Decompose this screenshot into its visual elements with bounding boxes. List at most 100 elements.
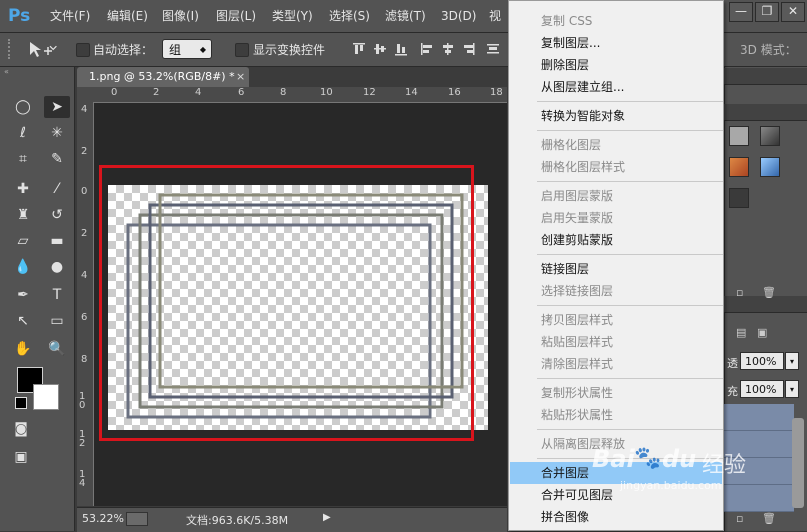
clone-stamp-icon[interactable]: ♜ [10,204,36,226]
style-swatch[interactable] [729,157,749,177]
shape-tool-icon[interactable]: ▭ [44,310,70,332]
fill-dropdown-icon[interactable]: ▾ [785,380,799,398]
ruler-label: 8 [81,354,88,365]
style-swatch[interactable] [760,157,780,177]
opacity-dropdown-icon[interactable]: ▾ [785,352,799,370]
ruler-label: 14 [405,87,418,98]
move-tool-icon[interactable]: ➤ [44,96,70,118]
menu-item-delete-layer[interactable]: 删除图层 [510,54,722,76]
fill-input[interactable]: 100% [740,380,784,398]
minimize-button[interactable]: — [729,2,753,22]
move-tool-preset[interactable] [26,38,66,60]
align-left-icon[interactable] [420,42,434,56]
menu-edit[interactable]: 编辑(E) [107,0,148,32]
toolbox-collapse-icon[interactable]: « [0,68,78,76]
pen-tool-icon[interactable]: ✒ [10,284,36,306]
opacity-input[interactable]: 100% [740,352,784,370]
auto-select-checkbox[interactable] [76,43,90,57]
menu-image[interactable]: 图像(I) [162,0,199,32]
magic-wand-icon[interactable]: ✳ [44,122,70,144]
menu-item-copy-shape-attrs[interactable]: 复制形状属性 [510,382,722,404]
menu-file[interactable]: 文件(F) [50,0,90,32]
default-colors-icon[interactable] [15,397,27,409]
align-hcenter-icon[interactable] [441,42,455,56]
menu-item-enable-vector-mask[interactable]: 启用矢量蒙版 [510,207,722,229]
auto-select-value: 组 [169,43,182,57]
ruler-label: 4 [195,87,202,98]
align-bottom-icon[interactable] [394,42,408,56]
lock-icon[interactable]: ▤ [736,326,746,339]
menu-item-enable-layer-mask[interactable]: 启用图层蒙版 [510,185,722,207]
align-right-icon[interactable] [462,42,476,56]
menu-item-select-linked[interactable]: 选择链接图层 [510,280,722,302]
menu-item-group-from-layers[interactable]: 从图层建立组... [510,76,722,98]
menu-item-link-layers[interactable]: 链接图层 [510,258,722,280]
path-select-icon[interactable]: ↖ [10,310,36,332]
style-swatch[interactable] [760,126,780,146]
menu-item-rasterize-style[interactable]: 栅格化图层样式 [510,156,722,178]
healing-brush-icon[interactable]: ✚ [10,178,36,200]
screen-mode-icon[interactable]: ▣ [8,446,34,468]
menu-item-convert-smart-object[interactable]: 转换为智能对象 [510,105,722,127]
watermark-brand: Bai [592,445,635,473]
gradient-tool-icon[interactable]: ▬ [44,230,70,252]
layer-row[interactable] [724,404,794,431]
menu-item-copy-css[interactable]: 复制 CSS [510,10,722,32]
brush-tool-icon[interactable]: ⁄ [44,178,70,200]
type-tool-icon[interactable]: T [44,284,70,306]
style-swatch[interactable] [729,126,749,146]
3d-mode-label: 3D 模式： [740,43,797,57]
menu-item-flatten-image[interactable]: 拼合图像 [510,506,722,528]
menu-layer[interactable]: 图层(L) [216,0,256,32]
align-top-icon[interactable] [352,42,366,56]
status-menu-arrow-icon[interactable]: ▶ [323,512,331,523]
restore-button[interactable]: ❐ [755,2,779,22]
hand-tool-icon[interactable]: ✋ [10,338,36,360]
marquee-tool-icon[interactable]: ◯ [10,96,36,118]
menu-item-create-clipping-mask[interactable]: 创建剪贴蒙版 [510,229,722,251]
watermark-url: jingyan.baidu.com [620,479,722,492]
baidu-watermark: Bai 🐾 du 经验 jingyan.baidu.com [590,445,800,505]
lasso-tool-icon[interactable]: ℓ [10,122,36,144]
ruler-label: 16 [448,87,461,98]
menu-separator [537,254,723,255]
background-color[interactable] [33,384,59,410]
menu-filter[interactable]: 滤镜(T) [385,0,426,32]
status-icon[interactable] [126,512,148,526]
close-tab-icon[interactable]: × [236,67,248,87]
crop-tool-icon[interactable]: ⌗ [10,148,36,170]
align-vcenter-icon[interactable] [373,42,387,56]
document-tab[interactable]: 1.png @ 53.2%(RGB/8#) * [77,67,249,87]
eraser-tool-icon[interactable]: ▱ [10,230,36,252]
delete-layer-icon[interactable]: 🗑 [762,512,776,525]
auto-select-dropdown[interactable]: 组 ◆ [162,39,212,59]
new-layer-icon[interactable]: ▫ [736,512,743,525]
dodge-tool-icon[interactable]: ● [44,256,70,278]
menu-item-clear-layer-style[interactable]: 清除图层样式 [510,353,722,375]
menu-3d[interactable]: 3D(D) [441,0,476,32]
options-grip[interactable] [8,39,20,59]
menu-item-paste-layer-style[interactable]: 粘贴图层样式 [510,331,722,353]
menu-type[interactable]: 类型(Y) [272,0,313,32]
lock-position-icon[interactable]: ▣ [757,326,767,339]
history-brush-icon[interactable]: ↺ [44,204,70,226]
menu-item-copy-layer-style[interactable]: 拷贝图层样式 [510,309,722,331]
distribute-icon[interactable] [486,42,500,56]
ruler-label: 1 4 [79,469,86,489]
style-swatch[interactable] [729,188,749,208]
trash-icon[interactable]: 🗑 [762,286,776,299]
eyedropper-icon[interactable]: ✎ [44,148,70,170]
menu-item-duplicate-layer[interactable]: 复制图层... [510,32,722,54]
show-transform-checkbox[interactable] [235,43,249,57]
menu-item-paste-shape-attrs[interactable]: 粘贴形状属性 [510,404,722,426]
red-annotation-box [99,165,474,441]
menu-view[interactable]: 视 [489,0,501,32]
zoom-tool-icon[interactable]: 🔍 [44,338,70,360]
close-button[interactable]: ✕ [781,2,805,22]
blur-tool-icon[interactable]: 💧 [10,256,36,278]
quick-mask-icon[interactable]: ◙ [8,418,34,440]
menu-item-rasterize-layer[interactable]: 栅格化图层 [510,134,722,156]
zoom-level[interactable]: 53.22% [82,512,124,525]
menu-select[interactable]: 选择(S) [329,0,370,32]
new-style-icon[interactable]: ▫ [736,286,743,299]
